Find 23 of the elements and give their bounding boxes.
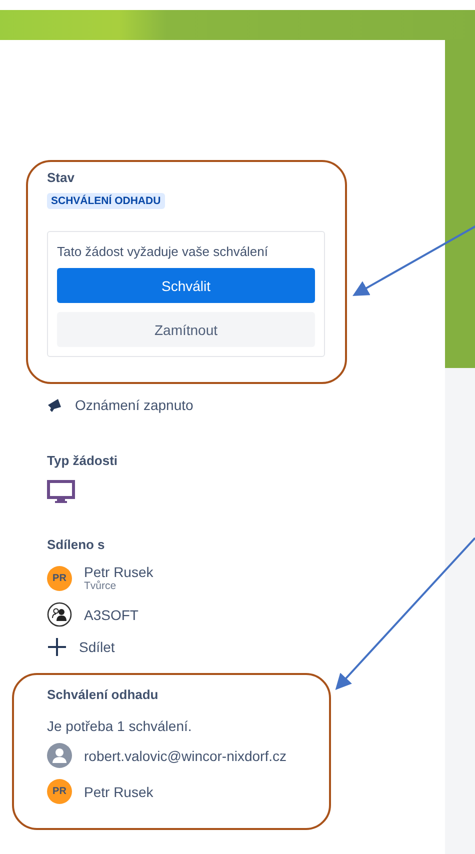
section-heading: Schválení odhadu	[47, 687, 160, 702]
group-icon	[47, 602, 72, 627]
megaphone-icon	[47, 398, 63, 412]
person-name: A3SOFT	[84, 606, 138, 622]
user-icon	[47, 743, 72, 768]
plus-icon	[47, 637, 67, 657]
section-heading: Typ žádosti	[47, 453, 119, 468]
section-heading: Stav	[47, 170, 76, 185]
user-avatar: PR	[47, 779, 72, 804]
approve-button[interactable]: Schválit	[57, 268, 315, 303]
person-name: Petr Rusek	[84, 564, 154, 580]
approval-note: Je potřeba 1 schválení.	[47, 718, 193, 734]
monitor-icon	[47, 480, 75, 505]
person-name: Petr Rusek	[84, 784, 154, 800]
section-heading: Sdíleno s	[47, 537, 106, 552]
person-name: robert.valovic@wincor-nixdorf.cz	[84, 748, 286, 764]
person-role: Tvůrce	[84, 580, 118, 592]
notification-toggle[interactable]: Oznámení zapnuto	[75, 397, 194, 413]
decline-button[interactable]: Zamítnout	[57, 312, 315, 347]
share-link[interactable]: Sdílet	[79, 639, 115, 655]
status-lozenge: SCHVÁLENÍ ODHADU	[47, 193, 165, 209]
user-avatar: PR	[47, 566, 72, 590]
approval-message: Tato žádost vyžaduje vaše schválení	[57, 244, 270, 259]
